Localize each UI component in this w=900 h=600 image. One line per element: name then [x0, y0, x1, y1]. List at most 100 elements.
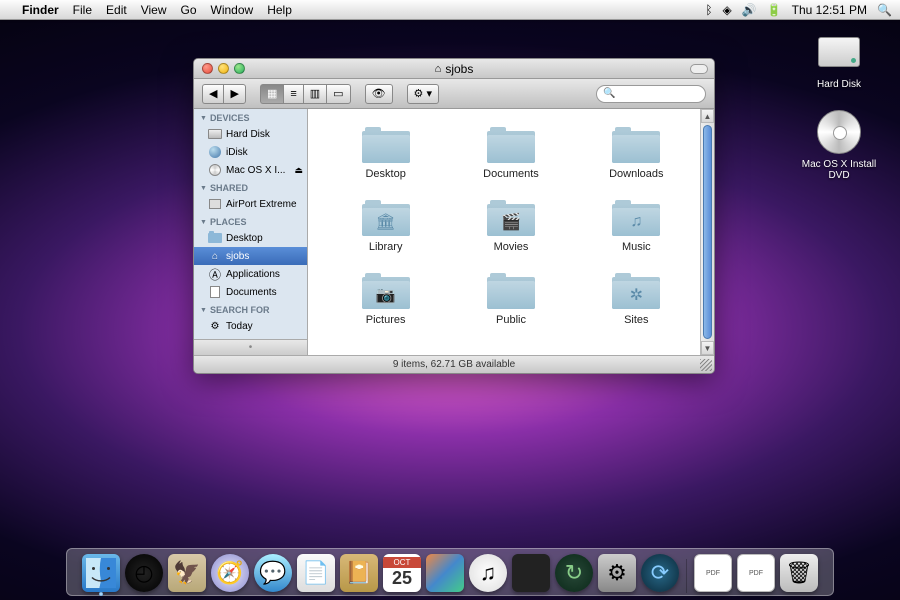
desktop-icon-label: Mac OS X Install DVD [794, 159, 884, 181]
folder-library[interactable]: 🏛Library [328, 200, 443, 253]
folder-documents[interactable]: Documents [453, 127, 568, 180]
folder-icon: ✲ [612, 273, 660, 309]
scroll-thumb[interactable] [703, 125, 712, 339]
close-button[interactable] [202, 63, 213, 74]
folder-music[interactable]: ♫Music [579, 200, 694, 253]
menu-go[interactable]: Go [181, 3, 197, 17]
folder-label: Public [496, 314, 526, 326]
desktop-icon-hard-disk[interactable]: Hard Disk [794, 28, 884, 90]
folder-public[interactable]: Public [453, 273, 568, 326]
dock-item-ichat[interactable]: 💬 [253, 553, 293, 593]
view-column-button[interactable]: ▥ [303, 84, 326, 104]
dock: ◴🦅🧭💬📄📔OCT25♫↻⚙⟳PDFPDF🗑 [66, 548, 834, 596]
sidebar-item-label: AirPort Extreme [226, 199, 297, 210]
sidebar-item-hard-disk[interactable]: Hard Disk [194, 125, 307, 143]
folder-label: Downloads [609, 168, 663, 180]
folder-label: Sites [624, 314, 648, 326]
menu-edit[interactable]: Edit [106, 3, 127, 17]
sidebar-resize[interactable]: • [194, 339, 307, 355]
menu-help[interactable]: Help [267, 3, 292, 17]
minimize-button[interactable] [218, 63, 229, 74]
dock-item-system-preferences[interactable]: ⚙ [597, 553, 637, 593]
back-button[interactable]: ◀ [202, 84, 223, 104]
scroll-up-button[interactable]: ▲ [701, 109, 714, 123]
dock-item-itunes[interactable]: ♫ [468, 553, 508, 593]
folder-desktop[interactable]: Desktop [328, 127, 443, 180]
dock-item-trash[interactable]: 🗑 [779, 553, 819, 593]
sidebar-item-label: Applications [226, 269, 280, 280]
folder-label: Music [622, 241, 651, 253]
resize-grip[interactable] [700, 359, 712, 371]
folder-downloads[interactable]: Downloads [579, 127, 694, 180]
folder-sites[interactable]: ✲ Sites [579, 273, 694, 326]
content-area[interactable]: DesktopDocuments Downloads 🏛Library 🎬 Movies… [308, 109, 714, 355]
forward-button[interactable]: ▶ [223, 84, 245, 104]
sidebar-item-label: Documents [226, 287, 277, 298]
finder-window[interactable]: ⌂ sjobs ◀ ▶ ▦ ≡ ▥ ▭ 👁 ⚙ ▾ 🔍 ▼ D [193, 58, 715, 374]
dock-item-ical[interactable]: OCT25 [382, 553, 422, 593]
sidebar-item-label: Today [226, 321, 253, 332]
wifi-icon[interactable]: ◈ [723, 3, 732, 17]
toolbar-toggle-button[interactable] [690, 64, 708, 74]
sidebar-item-airport-extreme[interactable]: AirPort Extreme [194, 195, 307, 213]
dock-item-sync[interactable]: ⟳ [640, 553, 680, 593]
folder-icon [487, 127, 535, 163]
sidebar-section-header[interactable]: ▼ SEARCH FOR [194, 301, 307, 317]
zoom-button[interactable] [234, 63, 245, 74]
app-menu[interactable]: Finder [22, 3, 59, 17]
sidebar-section-header[interactable]: ▼ SHARED [194, 179, 307, 195]
status-text: 9 items, 62.71 GB available [393, 359, 515, 370]
dock-item-spaces[interactable] [511, 553, 551, 593]
volume-icon[interactable]: 🔊 [742, 3, 757, 17]
folder-label: Movies [494, 241, 529, 253]
view-coverflow-button[interactable]: ▭ [326, 84, 350, 104]
desktop-icon-install-dvd[interactable]: Mac OS X Install DVD [794, 108, 884, 181]
dock-item-document-pdf-2[interactable]: PDF [736, 553, 776, 593]
mail-icon: 🦅 [168, 554, 206, 592]
sidebar-section-header[interactable]: ▼ DEVICES [194, 109, 307, 125]
view-icon-button[interactable]: ▦ [260, 84, 283, 104]
sidebar-item-sjobs[interactable]: ⌂sjobs [194, 247, 307, 265]
folder-movies[interactable]: 🎬 Movies [453, 200, 568, 253]
menu-file[interactable]: File [73, 3, 92, 17]
battery-icon[interactable]: 🔋 [767, 3, 782, 17]
dock-item-finder[interactable] [81, 553, 121, 593]
menu-view[interactable]: View [141, 3, 167, 17]
dock-item-preview[interactable] [425, 553, 465, 593]
sidebar-item-desktop[interactable]: Desktop [194, 229, 307, 247]
document-pdf-2-icon: PDF [737, 554, 775, 592]
running-indicator [99, 592, 103, 596]
dock-item-textedit[interactable]: 📄 [296, 553, 336, 593]
finder-icon [82, 554, 120, 592]
desktop[interactable]: Finder File Edit View Go Window Help ᛒ ◈… [0, 0, 900, 600]
bluetooth-icon[interactable]: ᛒ [705, 3, 712, 17]
sidebar-item-applications[interactable]: ⒶApplications [194, 265, 307, 283]
dock-item-dashboard[interactable]: ◴ [124, 553, 164, 593]
view-list-button[interactable]: ≡ [283, 84, 302, 104]
sidebar-item-today[interactable]: ⚙Today [194, 317, 307, 335]
document-pdf-1-icon: PDF [694, 554, 732, 592]
dock-item-safari[interactable]: 🧭 [210, 553, 250, 593]
folder-pictures[interactable]: 📷Pictures [328, 273, 443, 326]
dock-item-time-machine[interactable]: ↻ [554, 553, 594, 593]
action-menu-button[interactable]: ⚙ ▾ [407, 84, 439, 104]
sidebar-item-documents[interactable]: Documents [194, 283, 307, 301]
scroll-down-button[interactable]: ▼ [701, 341, 714, 355]
search-input[interactable] [619, 88, 699, 99]
spotlight-icon[interactable]: 🔍 [877, 3, 892, 17]
titlebar[interactable]: ⌂ sjobs [194, 59, 714, 79]
clock[interactable]: Thu 12:51 PM [792, 3, 867, 17]
dock-item-address-book[interactable]: 📔 [339, 553, 379, 593]
desktop-icon-label: Hard Disk [817, 79, 861, 90]
dock-item-mail[interactable]: 🦅 [167, 553, 207, 593]
search-field[interactable]: 🔍 [596, 85, 706, 103]
sidebar: ▼ DEVICESHard DiskiDiskMac OS X I...⏏▼ S… [194, 109, 308, 355]
sidebar-item-idisk[interactable]: iDisk [194, 143, 307, 161]
dock-item-document-pdf-1[interactable]: PDF [693, 553, 733, 593]
quicklook-button[interactable]: 👁 [365, 84, 393, 104]
menu-window[interactable]: Window [211, 3, 254, 17]
scrollbar[interactable]: ▲ ▼ [700, 109, 714, 355]
sidebar-section-header[interactable]: ▼ PLACES [194, 213, 307, 229]
sidebar-item-mac-os-x-i-[interactable]: Mac OS X I...⏏ [194, 161, 307, 179]
folder-icon: 🎬 [487, 200, 535, 236]
